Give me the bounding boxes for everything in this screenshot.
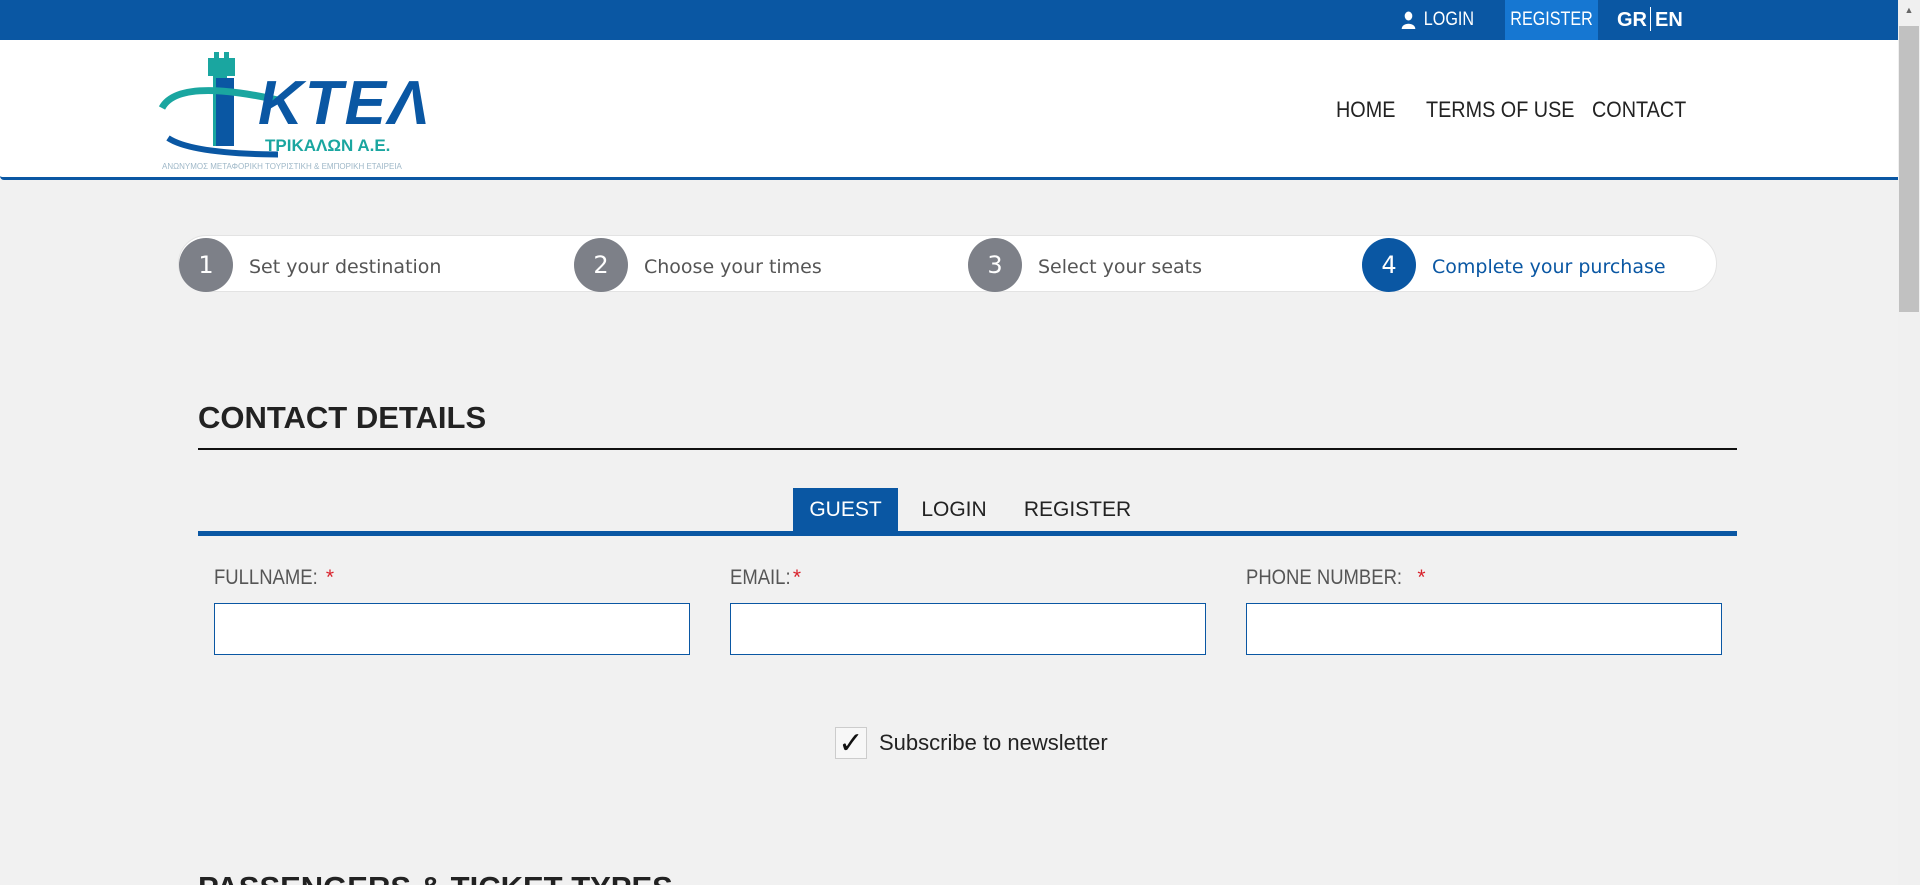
step-number: 2 [574, 237, 628, 292]
tab-divider [198, 531, 1737, 536]
booking-steps: 1 Set your destination 2 Choose your tim… [178, 235, 1717, 292]
lang-en-link[interactable]: EN [1655, 0, 1683, 40]
nav-contact[interactable]: CONTACT [1592, 97, 1697, 127]
tab-login[interactable]: LOGIN [910, 488, 998, 532]
user-icon [1400, 10, 1417, 30]
step-destination[interactable]: 1 Set your destination [179, 236, 441, 293]
newsletter-option[interactable]: ✓ Subscribe to newsletter [835, 726, 1108, 760]
required-mark: * [325, 566, 335, 589]
required-mark: * [1417, 566, 1426, 589]
top-login-link[interactable]: LOGIN [1400, 0, 1485, 40]
newsletter-label: Subscribe to newsletter [879, 730, 1108, 755]
email-input[interactable] [730, 603, 1206, 655]
scroll-up-arrow-icon[interactable]: ▲ [1898, 0, 1920, 20]
passengers-title: PASSENGERS & TICKET TYPES [198, 870, 673, 885]
nav-home-label: HOME [1336, 97, 1396, 122]
ktel-logo[interactable]: KTEΛ ΤΡΙΚΑΛΩΝ Α.Ε. ΑΝΩΝΥΜΟΣ ΜΕΤΑΦΟΡΙΚΗ Τ… [158, 48, 448, 171]
title-divider [198, 448, 1737, 450]
step-purchase[interactable]: 4 Complete your purchase [1362, 236, 1666, 293]
phone-label: PHONE NUMBER: * [1246, 566, 1426, 590]
required-mark: * [792, 566, 802, 589]
step-number: 1 [179, 237, 233, 292]
nav-home[interactable]: HOME [1336, 97, 1402, 127]
email-label: EMAIL: * [730, 566, 801, 590]
tab-register[interactable]: REGISTER [1020, 488, 1135, 532]
newsletter-checkbox[interactable]: ✓ [835, 726, 867, 760]
checkmark-icon: ✓ [838, 726, 864, 760]
nav-terms-label: TERMS OF USE [1426, 97, 1575, 122]
top-register-button[interactable]: REGISTER [1505, 0, 1598, 40]
logo-title: KTEΛ [258, 69, 432, 138]
lang-gr-link[interactable]: GR [1617, 0, 1647, 40]
email-label-text: EMAIL: [730, 566, 791, 589]
top-login-label: LOGIN [1423, 9, 1475, 30]
fullname-label: FULLNAME: * [214, 566, 334, 590]
phone-label-text: PHONE NUMBER: [1246, 566, 1403, 589]
step-label: Choose your times [644, 255, 822, 278]
nav-terms[interactable]: TERMS OF USE [1426, 97, 1591, 127]
scrollbar-thumb[interactable] [1899, 26, 1919, 312]
step-times[interactable]: 2 Choose your times [574, 236, 822, 293]
contact-details-title: CONTACT DETAILS [198, 400, 487, 435]
step-label: Set your destination [249, 255, 442, 278]
step-label: Select your seats [1038, 255, 1202, 278]
step-number: 4 [1362, 237, 1416, 292]
fullname-input[interactable] [214, 603, 690, 655]
step-label: Complete your purchase [1432, 255, 1666, 278]
top-register-label: REGISTER [1510, 9, 1593, 30]
step-number: 3 [968, 237, 1022, 292]
logo-subtitle: ΤΡΙΚΑΛΩΝ Α.Ε. [265, 136, 391, 155]
phone-input[interactable] [1246, 603, 1722, 655]
logo-tagline: ΑΝΩΝΥΜΟΣ ΜΕΤΑΦΟΡΙΚΗ ΤΟΥΡΙΣΤΙΚΗ & ΕΜΠΟΡΙΚ… [162, 162, 402, 171]
top-bar [0, 0, 1898, 40]
nav-contact-label: CONTACT [1592, 97, 1687, 122]
tab-guest[interactable]: GUEST [793, 488, 898, 532]
fullname-label-text: FULLNAME: [214, 566, 318, 589]
lang-separator [1650, 7, 1651, 31]
step-seats[interactable]: 3 Select your seats [968, 236, 1202, 293]
